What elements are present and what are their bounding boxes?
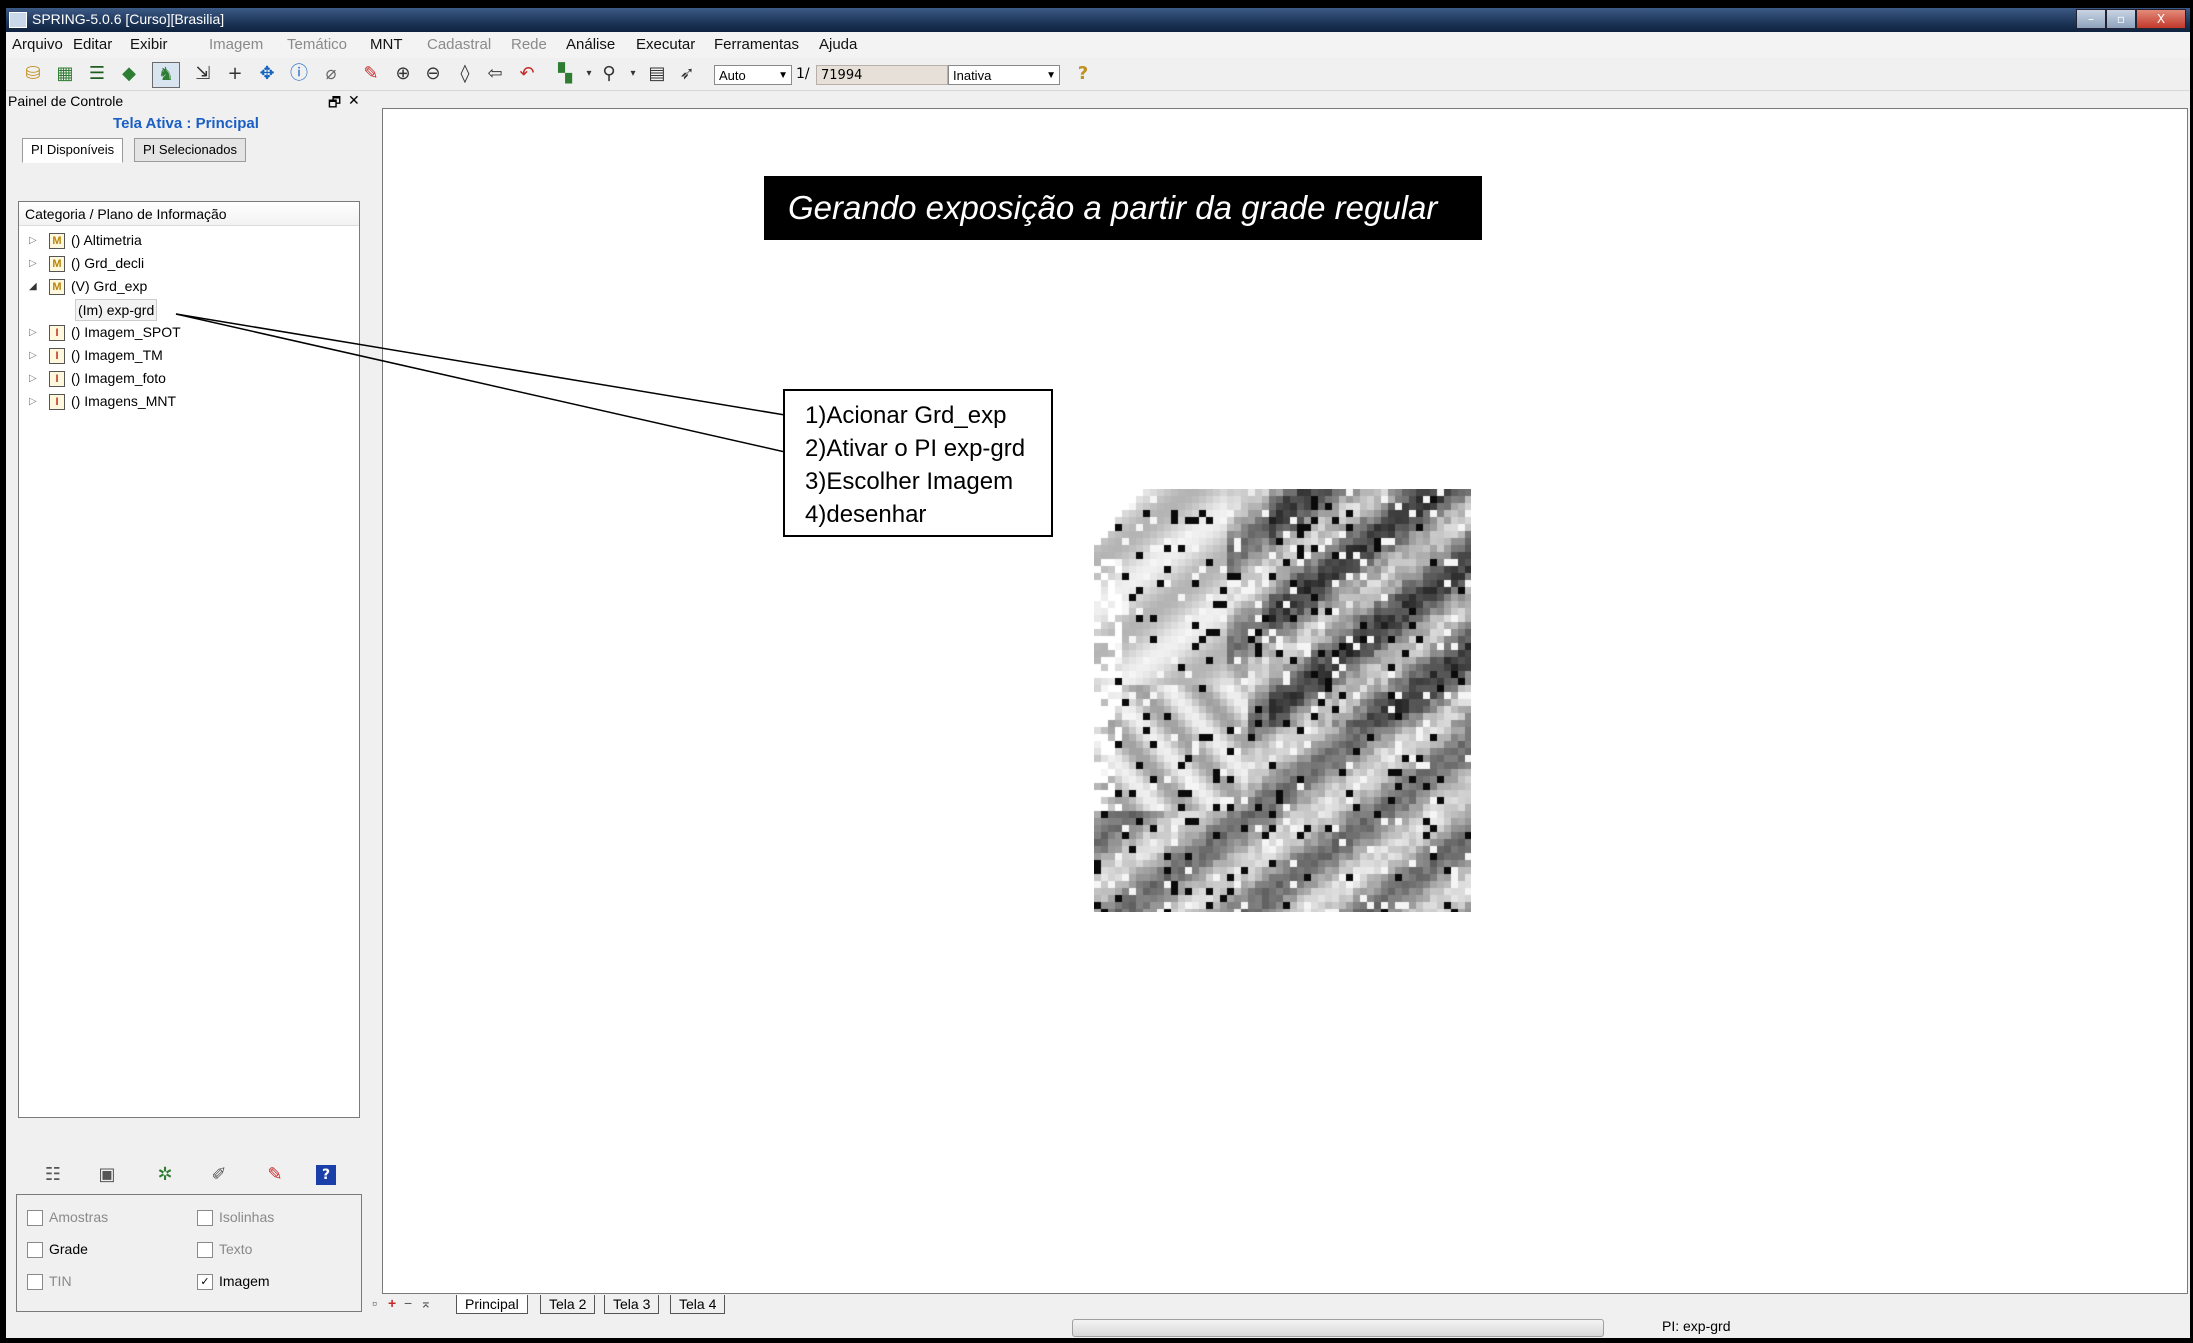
tab-tela-2[interactable]: Tela 2 xyxy=(540,1295,596,1314)
active-pi-status: PI: exp-grd xyxy=(1662,1318,1731,1334)
add-screen-icon[interactable]: + xyxy=(388,1295,396,1311)
spring-window: SPRING-5.0.6 [Curso][Brasilia] – ▫ X Arq… xyxy=(6,8,2190,1338)
instructions-callout: 1)Acionar Grd_exp 2)Ativar o PI exp-grd … xyxy=(783,389,1053,537)
step-3: 3)Escolher Imagem xyxy=(805,468,1014,495)
progress-bar xyxy=(1072,1319,1604,1337)
step-2: 2)Ativar o PI exp-grd xyxy=(805,435,1026,462)
tab-tela-4[interactable]: Tela 4 xyxy=(670,1295,726,1314)
window-icon[interactable]: ▫ xyxy=(372,1295,377,1311)
tile-icon[interactable]: ⌅ xyxy=(420,1295,432,1312)
step-4: 4)desenhar xyxy=(805,501,927,528)
remove-screen-icon[interactable]: − xyxy=(404,1295,412,1311)
exposure-grid-image xyxy=(1094,489,1471,912)
tab-principal[interactable]: Principal xyxy=(456,1295,528,1314)
status-bar: PI: exp-grd xyxy=(6,1316,2190,1338)
tab-tela-3[interactable]: Tela 3 xyxy=(604,1295,660,1314)
step-1: 1)Acionar Grd_exp xyxy=(805,402,1007,429)
